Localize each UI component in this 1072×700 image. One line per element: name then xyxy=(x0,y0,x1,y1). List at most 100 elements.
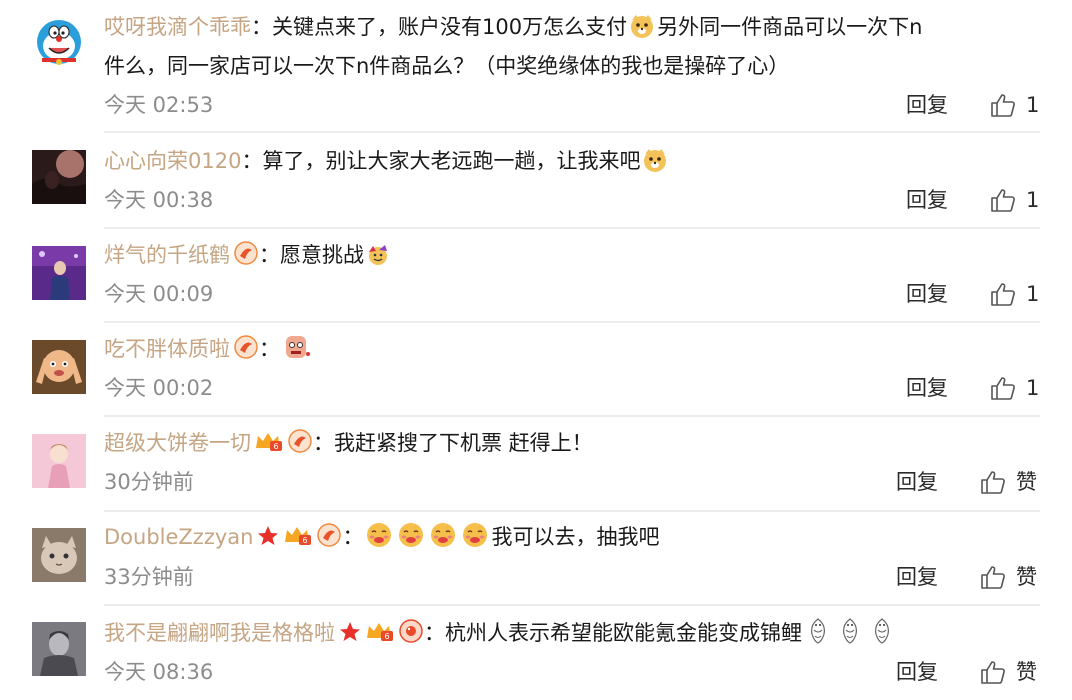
username-link[interactable]: 我不是翩翩啊我是格格啦 xyxy=(104,621,335,645)
reply-button[interactable]: 回复 xyxy=(906,375,948,401)
vip-crown-badge: 6 xyxy=(254,428,284,454)
avatar[interactable] xyxy=(32,150,86,204)
thumbs-up-icon xyxy=(991,189,1015,212)
divider xyxy=(104,415,1040,417)
cartoon-kid-avatar-image xyxy=(32,340,86,394)
vip-crown-badge: 6 xyxy=(283,522,313,548)
thumbs-up-icon xyxy=(991,94,1015,117)
like-label: 赞 xyxy=(1016,470,1037,494)
reply-button[interactable]: 回复 xyxy=(906,187,948,213)
bw-photo-avatar-image xyxy=(32,622,86,676)
reply-button[interactable]: 回复 xyxy=(906,92,948,118)
like-button[interactable]: 1 xyxy=(990,281,1050,307)
thumbs-up-icon xyxy=(991,377,1015,400)
comment-text: 关键点来了，账户没有100万怎么支付 xyxy=(272,15,628,39)
svg-text:6: 6 xyxy=(384,632,389,641)
like-count: 1 xyxy=(1026,188,1040,212)
comment-text: 我赶紧搜了下机票 赶得上！ xyxy=(334,431,593,455)
avatar[interactable] xyxy=(32,340,86,394)
comment-timestamp: 今天 08:36 xyxy=(104,660,214,684)
comment-timestamp: 33分钟前 xyxy=(104,565,194,589)
blushing-grin-emoji xyxy=(396,520,426,550)
reply-button[interactable]: 回复 xyxy=(896,469,938,495)
reply-button[interactable]: 回复 xyxy=(896,659,938,685)
like-count: 1 xyxy=(1026,93,1040,117)
divider xyxy=(104,604,1040,606)
comment-body: DoubleZzzyan 6：我可以去，抽我吧 xyxy=(104,518,1044,557)
koi-emoji xyxy=(835,616,865,646)
comment-body: 烊气的千纸鹤 ：愿意挑战 xyxy=(104,236,1044,275)
avatar[interactable] xyxy=(32,14,86,68)
divider xyxy=(104,227,1040,229)
comment-timestamp: 30分钟前 xyxy=(104,470,194,494)
username-link[interactable]: 烊气的千纸鹤 xyxy=(104,243,230,267)
thumbs-up-icon xyxy=(981,566,1005,589)
thumbs-up-icon xyxy=(981,661,1005,684)
silhouette-avatar-image xyxy=(32,150,86,204)
comment-body: 我不是翩翩啊我是格格啦 6 ：杭州人表示希望能欧能氪金能变成锦鲤 xyxy=(104,614,1044,653)
username-link[interactable]: 心心向荣0120 xyxy=(104,149,241,173)
comment-text: 杭州人表示希望能欧能氪金能变成锦鲤 xyxy=(445,621,802,645)
like-label: 赞 xyxy=(1016,565,1037,589)
blushing-grin-emoji xyxy=(428,520,458,550)
reply-button[interactable]: 回复 xyxy=(896,564,938,590)
blushing-grin-emoji xyxy=(364,520,394,550)
comment-text: 我可以去，抽我吧 xyxy=(491,525,660,549)
username-link[interactable]: 超级大饼卷一切 xyxy=(104,431,251,455)
comment-body: 超级大饼卷一切 6 ：我赶紧搜了下机票 赶得上！ xyxy=(104,424,1044,463)
koi-emoji xyxy=(867,616,897,646)
like-button[interactable]: 赞 xyxy=(980,469,1050,495)
like-count: 1 xyxy=(1026,376,1040,400)
svg-text:6: 6 xyxy=(273,442,278,451)
avatar[interactable] xyxy=(32,246,86,300)
username-link[interactable]: 哎呀我滴个乖乖 xyxy=(104,15,251,39)
comment-timestamp: 今天 02:53 xyxy=(104,93,214,117)
pink-illustration-avatar-image xyxy=(32,434,86,488)
reply-button[interactable]: 回复 xyxy=(906,281,948,307)
divider xyxy=(104,131,1040,133)
koi-emoji xyxy=(803,616,833,646)
red-star-badge xyxy=(256,524,280,548)
comment-timestamp: 今天 00:02 xyxy=(104,376,214,400)
doraemon-avatar-image xyxy=(32,14,86,68)
avatar[interactable] xyxy=(32,622,86,676)
comment-text: 另外同一件商品可以一次下n xyxy=(657,15,923,39)
red-star-badge xyxy=(338,620,362,644)
comment-text: 算了，别让大家大老远跑一趟，让我来吧 xyxy=(262,149,641,173)
cheering-emoji xyxy=(365,242,391,268)
doge-cat-emoji xyxy=(641,146,669,174)
like-button[interactable]: 赞 xyxy=(980,659,1050,685)
username-link[interactable]: DoubleZzzyan xyxy=(104,525,253,549)
koi-fan-badge xyxy=(398,618,424,644)
comment-timestamp: 今天 00:38 xyxy=(104,188,214,212)
fan-badge xyxy=(233,334,259,360)
svg-text:6: 6 xyxy=(303,536,308,545)
like-button[interactable]: 1 xyxy=(990,187,1050,213)
comment-body: 哎呀我滴个乖乖：关键点来了，账户没有100万怎么支付 另外同一件商品可以一次下n 件… xyxy=(104,8,1044,86)
like-label: 赞 xyxy=(1016,660,1037,684)
like-button[interactable]: 1 xyxy=(990,92,1050,118)
comment-text: 件么，同一家店可以一次下n件商品么？（中奖绝缘体的我也是操碎了心） xyxy=(104,54,790,78)
like-button[interactable]: 1 xyxy=(990,375,1050,401)
blushing-grin-emoji xyxy=(460,520,490,550)
comment-timestamp: 今天 00:09 xyxy=(104,282,214,306)
divider xyxy=(104,321,1040,323)
stage-singer-avatar-image xyxy=(32,246,86,300)
vip-crown-badge: 6 xyxy=(365,618,395,644)
like-count: 1 xyxy=(1026,282,1040,306)
like-button[interactable]: 赞 xyxy=(980,564,1050,590)
thumbs-up-icon xyxy=(981,471,1005,494)
cat-photo-avatar-image xyxy=(32,528,86,582)
doge-cat-emoji xyxy=(628,12,656,40)
fan-badge xyxy=(287,428,313,454)
comment-text: 愿意挑战 xyxy=(280,243,364,267)
username-link[interactable]: 吃不胖体质啦 xyxy=(104,337,230,361)
fan-badge xyxy=(316,522,342,548)
thumbs-up-icon xyxy=(991,283,1015,306)
cartoon-face-emoji xyxy=(281,332,311,362)
divider xyxy=(104,510,1040,512)
avatar[interactable] xyxy=(32,434,86,488)
comment-list: 哎呀我滴个乖乖：关键点来了，账户没有100万怎么支付 另外同一件商品可以一次下n 件… xyxy=(0,0,1072,700)
fan-badge xyxy=(233,240,259,266)
avatar[interactable] xyxy=(32,528,86,582)
